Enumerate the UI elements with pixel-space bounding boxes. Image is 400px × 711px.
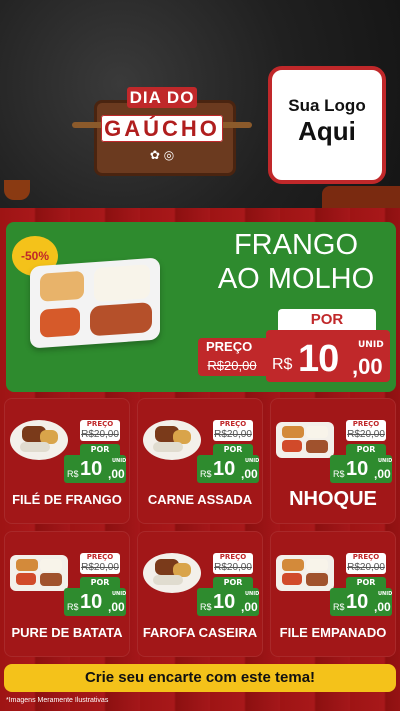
price-box: R$ 10,00 UNID (197, 455, 259, 483)
tray-icon (276, 422, 334, 458)
product-card[interactable]: PREÇO R$20,00 POR R$ 10,00 UNID PURE DE BAT… (4, 531, 130, 657)
hero-old-price: R$20,00 (207, 358, 257, 373)
product-name: FILE EMPANADO (279, 625, 387, 640)
header: DIA DO GAÚCHO ✿ ◎ Sua Logo Aqui (0, 0, 400, 212)
footnote: *Imagens Meramente Ilustrativas (6, 697, 109, 704)
tray-icon (276, 555, 334, 591)
price-box: R$ 10,00 UNID (64, 588, 126, 616)
product-name: FILÉ DE FRANGO (12, 492, 122, 507)
old-price-tag: PREÇO R$20,00 (213, 553, 253, 574)
por-label: POR (346, 577, 386, 588)
flyer-page: DIA DO GAÚCHO ✿ ◎ Sua Logo Aqui -50% FRA… (0, 0, 400, 711)
hero-price-cents: ,00 (352, 354, 383, 379)
plate-icon (143, 420, 201, 460)
gaucho-hat-icon: ✿ ◎ (149, 148, 175, 162)
hero-price-int: 10 (298, 338, 339, 380)
product-card[interactable]: PREÇO R$20,00 POR R$ 10,00 UNID FILÉ DE FRA… (4, 398, 130, 524)
hero-preco-label: PREÇO (206, 339, 253, 354)
product-card[interactable]: PREÇO R$20,00 POR R$ 10,00 UNID FAROFA CASE… (137, 531, 263, 657)
price-box: R$ 10,00 UNID (330, 588, 392, 616)
por-label: POR (213, 577, 253, 588)
product-name: CARNE ASSADA (147, 492, 253, 507)
product-card[interactable]: PREÇO R$20,00 POR R$ 10,00 UNID NHOQUE (270, 398, 396, 524)
por-label: POR (213, 444, 253, 455)
product-card[interactable]: PREÇO R$20,00 POR R$ 10,00 UNID FILE EMPANA… (270, 531, 396, 657)
product-name: PURE DE BATATA (11, 625, 123, 640)
product-card[interactable]: PREÇO R$20,00 POR R$ 10,00 UNID CARNE ASSAD… (137, 398, 263, 524)
por-label: POR (80, 444, 120, 455)
logo-line1: Sua Logo (288, 96, 366, 115)
hero-unit: UNID (358, 340, 384, 350)
sign-title-line1: DIA DO (100, 87, 224, 108)
plate-icon (143, 553, 201, 593)
old-price-tag: PREÇO R$20,00 (346, 420, 386, 441)
chimarrao-icon (4, 180, 30, 200)
hero-title: FRANGO AO MOLHO (196, 228, 396, 296)
cta-button[interactable]: Crie seu encarte com este tema! (4, 664, 396, 692)
product-name: FAROFA CASEIRA (142, 625, 258, 640)
plate-icon (10, 420, 68, 460)
old-price-tag: PREÇO R$20,00 (80, 420, 120, 441)
hero-title-line1: FRANGO (233, 229, 359, 261)
old-price-tag: PREÇO R$20,00 (346, 553, 386, 574)
hero-price-box: R$ 10 ,00 UNID (266, 330, 390, 382)
product-name: NHOQUE (289, 488, 377, 510)
price-box: R$ 10,00 UNID (330, 455, 392, 483)
hero-title-line2: AO MOLHO (217, 263, 375, 295)
hero-por-label: POR (278, 309, 376, 331)
hero-old-price-box: PREÇO R$20,00 (198, 338, 266, 376)
logo-placeholder[interactable]: Sua Logo Aqui (268, 66, 386, 184)
price-box: R$ 10,00 UNID (64, 455, 126, 483)
dia-do-gaucho-sign: DIA DO GAÚCHO ✿ ◎ (72, 82, 252, 176)
logo-line2: Aqui (298, 116, 356, 146)
por-label: POR (346, 444, 386, 455)
meal-tray-icon (30, 257, 160, 349)
old-price-tag: PREÇO R$20,00 (80, 553, 120, 574)
old-price-tag: PREÇO R$20,00 (213, 420, 253, 441)
por-label: POR (80, 577, 120, 588)
hero-currency: R$ (272, 356, 293, 373)
sign-title-line2: GAÚCHO (78, 115, 246, 142)
price-box: R$ 10,00 UNID (197, 588, 259, 616)
tray-icon (10, 555, 68, 591)
